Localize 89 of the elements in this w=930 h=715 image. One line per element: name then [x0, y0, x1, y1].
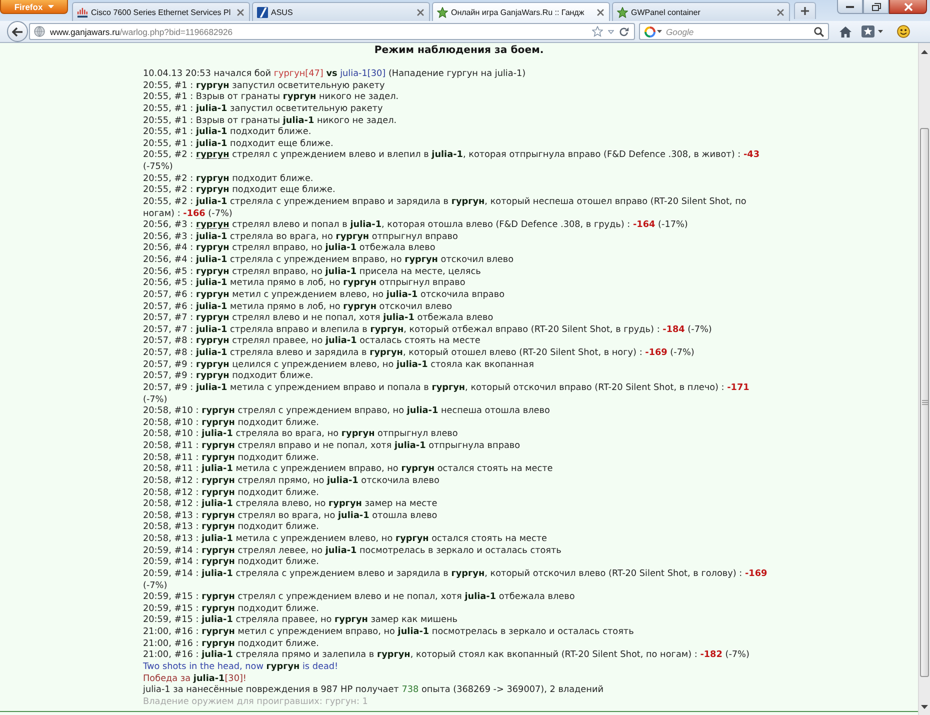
log-entry: 20:58, #11 : гургун подходит ближе. [143, 452, 320, 464]
minimize-icon[interactable] [846, 6, 854, 8]
restore-icon[interactable] [872, 2, 880, 10]
log-entry: 20:57, #6 : гургун метил с упреждением влево, но julia-1 отскочила вправо [143, 290, 506, 302]
log-entry: 20:58, #10 : гургун стрелял с упреждением вправо, но julia-1 неспеша отошла влево [143, 406, 551, 418]
globe-icon [34, 26, 45, 37]
log-entry: 20:55, #1 : julia-1 подходит еще ближе. [143, 138, 334, 150]
log-entry: 20:59, #14 : julia-1 стреляла с упреждением влево и зарядила в гургун, который отскочил влево (RT-20 Silent Shot, в голову) : -169 (-7%) [143, 568, 768, 592]
home-icon[interactable] [839, 26, 852, 38]
search-field[interactable]: Google [639, 23, 829, 40]
experience-message: julia-1 за нанесённые повреждения в 987 HP получает 738 опыта (368269 -> 369007), 2 владений [143, 685, 604, 697]
log-entry: 20:57, #7 : julia-1 стреляла вправо и влепила в гургун, который отбежал вправо (RT-20 Silent Shot, в грудь) : -184 (-7%) [143, 324, 713, 336]
ring-icon[interactable] [644, 26, 656, 38]
caret-icon[interactable] [657, 30, 662, 33]
log-entry: 20:58, #12 : julia-1 стреляла влево, но гургун замер на месте [143, 499, 438, 511]
log-entry: 20:57, #9 : гургун целился с упреждением влево, но julia-1 стояла как вкопанная [143, 360, 535, 371]
log-entry: 20:55, #1 : гургун запустил осветительную ракету [143, 80, 386, 92]
log-entry: 20:58, #11 : гургун стрелял вправо и не попал, хотя julia-1 отпрыгнула вправо [143, 441, 522, 453]
log-entry: 20:59, #15 : гургун подходит ближе. [143, 604, 320, 615]
log-entry: 20:55, #2 : julia-1 стреляла с упреждением вправо и зарядила в гургун, который неспеша отошел вправо (RT-20 Silent Shot, по ногам) : -166 (-7%) [143, 196, 748, 220]
arrow-down-icon[interactable] [921, 704, 928, 708]
arrow-up-icon[interactable] [921, 50, 928, 54]
log-entry: 20:58, #11 : julia-1 метила с упреждением вправо, но гургун остался стоять на месте [143, 464, 554, 476]
arrow-left-icon[interactable] [12, 26, 23, 36]
log-entry: 20:57, #6 : julia-1 метила прямо в лоб, но гургун отскочил влево [143, 302, 454, 313]
death-message: Two shots in the head, now гургун is dead! [143, 662, 340, 674]
log-entry: 20:56, #3 : гургун стрелял влево и попал в julia-1, которая отошла влево (F&D Defence .308, в грудь) : -164 (-17%) [143, 220, 689, 232]
close-icon[interactable] [597, 8, 604, 16]
close-button[interactable] [889, 0, 927, 14]
search-icon[interactable] [814, 26, 824, 36]
star-tile-icon[interactable] [861, 25, 875, 38]
restore-button[interactable] [863, 0, 889, 14]
log-entry: 21:00, #16 : julia-1 стреляла прямо и залепила в гургун, который стоял как вкопанный (RT-20 Silent Shot, по ногам) : -182 (-7%) [143, 650, 750, 662]
log-entry: 20:55, #2 : гургун подходит еще ближе. [143, 185, 336, 197]
log-entry: 20:59, #15 : гургун стрелял с упреждением влево и не попал, хотя julia-1 отбежала влево [143, 592, 576, 604]
log-entry: 20:56, #5 : julia-1 метила прямо в лоб, но гургун отпрыгнул вправо [143, 278, 466, 290]
browser-tab[interactable]: Cisco 7600 Series Ethernet Services Pl [72, 2, 250, 21]
grip-icon [922, 400, 928, 405]
log-entry: 20:57, #9 : julia-1 метила с упреждением вправо и попала в гургун, который отскочил вправо (RT-20 Silent Shot, в плечо) : -171 (-7%) [143, 382, 750, 406]
star-icon [617, 6, 628, 18]
browser-tab[interactable]: GWPanel container [612, 2, 790, 21]
log-entry: 21:00, #16 : гургун метил с упреждением вправо, но julia-1 посмотрелась в зеркало и осталась стоять [143, 627, 635, 639]
log-entry: 20:59, #14 : гургун подходит ближе. [143, 557, 320, 569]
log-entry: 20:58, #13 : julia-1 метила с упреждением влево, но гургун остался стоять на месте [143, 534, 548, 546]
close-icon[interactable] [417, 8, 424, 16]
log-entry: 20:55, #1 : Взрыв от гранаты гургун никого не задел. [143, 92, 400, 104]
reload-icon[interactable] [619, 26, 629, 36]
log-entry: 20:57, #7 : гургун стрелял влево и не попал, хотя julia-1 отбежала влево [143, 313, 494, 325]
star-icon[interactable] [592, 26, 603, 37]
page-title: Режим наблюдения за боем. [374, 45, 544, 57]
close-icon[interactable] [237, 8, 244, 16]
minimize-button[interactable] [837, 0, 863, 14]
browser-tab[interactable]: ASUS [252, 2, 430, 21]
victory-message: Победа за julia-1[30]! [143, 674, 248, 685]
close-icon[interactable] [777, 8, 784, 16]
plus-icon[interactable] [801, 7, 809, 15]
log-entry: 20:58, #13 : гургун подходит ближе. [143, 522, 320, 534]
log-entry: 20:58, #13 : гургун стрелял во врага, но julia-1 отошла влево [143, 510, 438, 522]
log-entry: 20:55, #2 : гургун подходит ближе. [143, 174, 314, 185]
new-tab-button[interactable] [794, 2, 816, 19]
slash-square-icon [257, 6, 268, 18]
caret-icon[interactable] [878, 30, 883, 33]
bars-logo-icon [77, 6, 88, 18]
log-entry: 20:57, #8 : гургун стрелял правее, но julia-1 осталась стоять на месте [143, 336, 482, 348]
back-button[interactable] [7, 21, 28, 42]
log-entry: 20:55, #2 : гургун стрелял с упреждением влево и влепил в julia-1, которая отпрыгнула вправо (F&D Defence .308, в живот) : -43 (-75%) [143, 150, 761, 174]
log-entry: 20:59, #14 : гургун стрелял левее, но julia-1 посмотрелась в зеркало и осталась стоять [143, 546, 562, 557]
browser-tab[interactable]: Онлайн игра GanjaWars.Ru :: Гандж [432, 2, 610, 21]
log-entry: 20:58, #10 : julia-1 стреляла во врага, но гургун отпрыгнул влево [143, 429, 459, 441]
log-entry: 20:58, #12 : гургун стрелял прямо, но julia-1 отскочила влево [143, 476, 440, 488]
log-entry: 21:00, #16 : гургун подходит ближе. [143, 638, 320, 650]
log-entry: 20:59, #15 : julia-1 стреляла правее, но гургун замер как мишень [143, 615, 459, 627]
star-icon [437, 6, 448, 18]
weapon-ownership-note: Владение оружием для проигравших: гургун: 1 [143, 696, 369, 708]
log-entry: 20:58, #10 : гургун подходит ближе. [143, 418, 320, 429]
battle-start-line: 10.04.13 20:53 начался бой гургун[47] vs julia-1[30] (Нападение гургун на julia-1) [143, 69, 527, 81]
log-entry: 20:57, #8 : julia-1 стреляла влево и зарядила в гургун, который отошел влево (RT-20 Silent Shot, в ногу) : -169 (-7%) [143, 348, 696, 360]
log-entry: 20:55, #1 : julia-1 запустил осветительную ракету [143, 104, 384, 116]
log-entry: 20:57, #9 : гургун подходит ближе. [143, 371, 314, 383]
address-field[interactable]: www.ganjawars.ru/warlog.php?bid=1196682926 [29, 23, 635, 40]
log-entry: 20:55, #1 : Взрыв от гранаты julia-1 никого не задел. [143, 116, 398, 127]
log-entry: 20:55, #1 : julia-1 подходит ближе. [143, 127, 312, 139]
log-entry: 20:56, #4 : julia-1 стреляла с упреждением вправо, но гургун отскочил влево [143, 255, 515, 267]
log-entry: 20:56, #5 : гургун стрелял вправо, но julia-1 присела на месте, целясь [143, 266, 482, 278]
log-entry: 20:56, #4 : гургун стрелял вправо, но julia-1 отбежала влево [143, 243, 436, 255]
log-entry: 20:58, #12 : гургун подходит ближе. [143, 488, 320, 499]
smiley-icon[interactable] [897, 25, 910, 38]
scrollbar-thumb[interactable] [920, 128, 929, 677]
log-entry: 20:56, #3 : julia-1 стреляла во врага, но гургун отпрыгнул вправо [143, 232, 459, 243]
